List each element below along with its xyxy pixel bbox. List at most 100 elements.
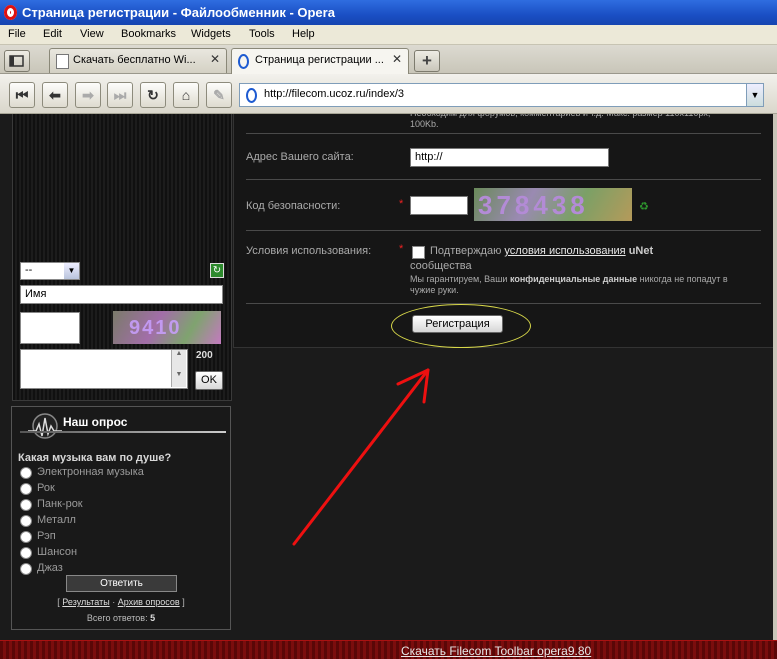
close-tab-icon[interactable]: ✕: [210, 52, 220, 66]
menu-edit[interactable]: Edit: [43, 28, 62, 40]
home-button[interactable]: ⌂: [173, 82, 199, 108]
menu-bookmarks[interactable]: Bookmarks: [121, 28, 176, 40]
poll-option[interactable]: Панк-рок: [20, 498, 220, 512]
security-code-input[interactable]: [410, 196, 468, 215]
vote-button[interactable]: Ответить: [66, 575, 177, 592]
chevron-down-icon: ▼: [64, 263, 79, 279]
terms-suffix-line: сообщества: [410, 260, 472, 272]
new-tab-button[interactable]: +: [414, 50, 440, 72]
terms-text: Подтверждаю условия использования uNet: [430, 244, 750, 259]
site-input[interactable]: http://: [410, 148, 609, 167]
option-label: Джаз: [37, 562, 63, 574]
captcha-input[interactable]: [20, 312, 80, 344]
radio-button[interactable]: [20, 499, 32, 511]
total-value: 5: [150, 613, 156, 623]
radio-button[interactable]: [20, 467, 32, 479]
back-button[interactable]: ⬅: [42, 82, 68, 108]
menu-bar: File Edit View Bookmarks Widgets Tools H…: [0, 25, 777, 45]
ok-button[interactable]: OK: [195, 371, 223, 390]
forward-button[interactable]: ➡: [75, 82, 101, 108]
menu-file[interactable]: File: [8, 28, 26, 40]
required-mark: *: [399, 243, 404, 255]
menu-help[interactable]: Help: [292, 28, 315, 40]
poll-option[interactable]: Джаз: [20, 562, 220, 576]
window-title-bar: Страница регистрации - Файлообменник - O…: [0, 0, 777, 25]
menu-view[interactable]: View: [80, 28, 104, 40]
textarea-scrollbar[interactable]: ▲ ▼: [171, 350, 186, 387]
toolbar-download-link[interactable]: Скачать Filecom Toolbar opera9.80: [401, 644, 591, 658]
captcha-image: 9410: [113, 311, 221, 344]
sound-wave-icon: [28, 413, 62, 439]
tab-registration[interactable]: Страница регистрации ... ✕: [231, 48, 409, 74]
privacy-bold: конфиденциальные данные: [509, 274, 638, 284]
results-link[interactable]: Результаты: [62, 597, 109, 607]
captcha-image: 378438: [474, 188, 632, 221]
poll-question: Какая музыка вам по душе?: [18, 452, 172, 464]
divider: [246, 230, 761, 231]
privacy-prefix: Мы гарантируем, Ваши: [410, 274, 508, 284]
avatar-note: Необходим для форумов, комментариев и т.…: [410, 114, 710, 129]
menu-widgets[interactable]: Widgets: [191, 28, 231, 40]
rewind-button[interactable]: ⏮: [9, 82, 35, 108]
terms-link[interactable]: условия использования: [504, 245, 625, 257]
poll-option[interactable]: Электронная музыка: [20, 466, 220, 480]
chevron-down-icon[interactable]: ▼: [746, 84, 763, 106]
panel-toggle-button[interactable]: [4, 50, 30, 72]
captcha-text: 378438: [478, 190, 589, 220]
divider: [246, 179, 761, 180]
wand-icon[interactable]: ✎: [206, 82, 232, 108]
fast-forward-button[interactable]: ⏭: [107, 82, 133, 108]
opera-site-icon: [246, 88, 257, 103]
address-url: http://filecom.ucoz.ru/index/3: [264, 88, 405, 100]
terms-label: Условия использования:: [246, 245, 372, 257]
required-mark: *: [399, 198, 404, 210]
captcha-text: 9410: [129, 317, 182, 339]
divider: [246, 303, 761, 304]
web-page: -- ▼ ↻ Имя 9410 ▲ ▼ 200 OK Наш опрос Кака…: [0, 114, 777, 659]
radio-button[interactable]: [20, 547, 32, 559]
radio-button[interactable]: [20, 515, 32, 527]
radio-button[interactable]: [20, 531, 32, 543]
poll-option[interactable]: Рок: [20, 482, 220, 496]
poll-option[interactable]: Металл: [20, 514, 220, 528]
tab-download[interactable]: Скачать бесплатно Wi... ✕: [49, 48, 227, 73]
highlight-ellipse: [391, 304, 531, 348]
char-counter: 200: [196, 350, 213, 361]
security-code-label: Код безопасности:: [246, 200, 341, 212]
poll-links: [ Результаты · Архив опросов ]: [57, 597, 185, 607]
privacy-note: Мы гарантируем, Ваши конфиденциальные да…: [410, 274, 740, 296]
address-bar[interactable]: http://filecom.ucoz.ru/index/3 ▼: [239, 83, 764, 107]
opera-favicon-icon: [238, 54, 249, 69]
name-input[interactable]: Имя: [20, 285, 223, 304]
terms-checkbox[interactable]: [412, 246, 425, 259]
close-tab-icon[interactable]: ✕: [392, 52, 402, 66]
radio-button[interactable]: [20, 563, 32, 575]
refresh-captcha-icon[interactable]: ♻: [639, 200, 649, 213]
comment-select[interactable]: -- ▼: [20, 262, 80, 280]
option-label: Рок: [37, 482, 55, 494]
option-label: Панк-рок: [37, 498, 83, 510]
site-label: Адрес Вашего сайта:: [246, 151, 354, 163]
red-arrow-annotation: [292, 368, 430, 546]
tab-label: Скачать бесплатно Wi...: [73, 54, 196, 66]
window-title: Страница регистрации - Файлообменник - O…: [22, 5, 335, 20]
menu-tools[interactable]: Tools: [249, 28, 275, 40]
option-label: Электронная музыка: [37, 466, 144, 478]
comment-widget: -- ▼ ↻ Имя 9410 ▲ ▼ 200 OK: [12, 114, 232, 401]
reload-button[interactable]: ↻: [140, 82, 166, 108]
name-input-value: Имя: [25, 288, 47, 300]
radio-button[interactable]: [20, 483, 32, 495]
archive-link[interactable]: Архив опросов: [118, 597, 180, 607]
option-label: Металл: [37, 514, 76, 526]
poll-option[interactable]: Шансон: [20, 546, 220, 560]
poll-option[interactable]: Рэп: [20, 530, 220, 544]
page-favicon-icon: [56, 54, 69, 69]
poll-title: Наш опрос: [63, 415, 128, 429]
poll-total: Всего ответов: 5: [12, 613, 230, 623]
select-value: --: [25, 264, 33, 276]
tab-label: Страница регистрации ...: [255, 54, 384, 66]
refresh-captcha-icon[interactable]: ↻: [210, 263, 224, 278]
option-label: Рэп: [37, 530, 56, 542]
message-textarea[interactable]: [20, 349, 188, 389]
panel-icon: [9, 55, 24, 67]
